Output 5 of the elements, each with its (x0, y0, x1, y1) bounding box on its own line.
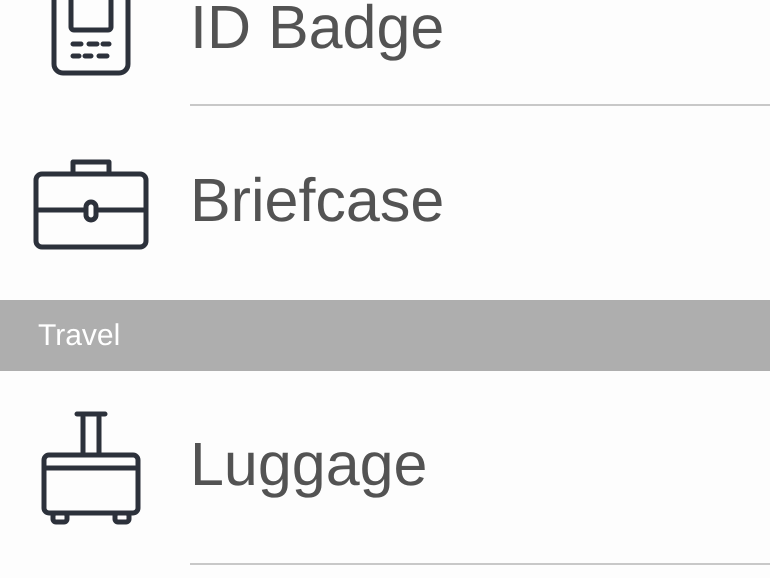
luggage-icon (41, 409, 141, 527)
list-item-label[interactable]: Luggage (190, 429, 428, 505)
section-title: Travel (38, 318, 120, 352)
list-item-label[interactable]: ID Badge (190, 0, 444, 62)
list-item-label[interactable]: Briefcase (190, 165, 444, 241)
